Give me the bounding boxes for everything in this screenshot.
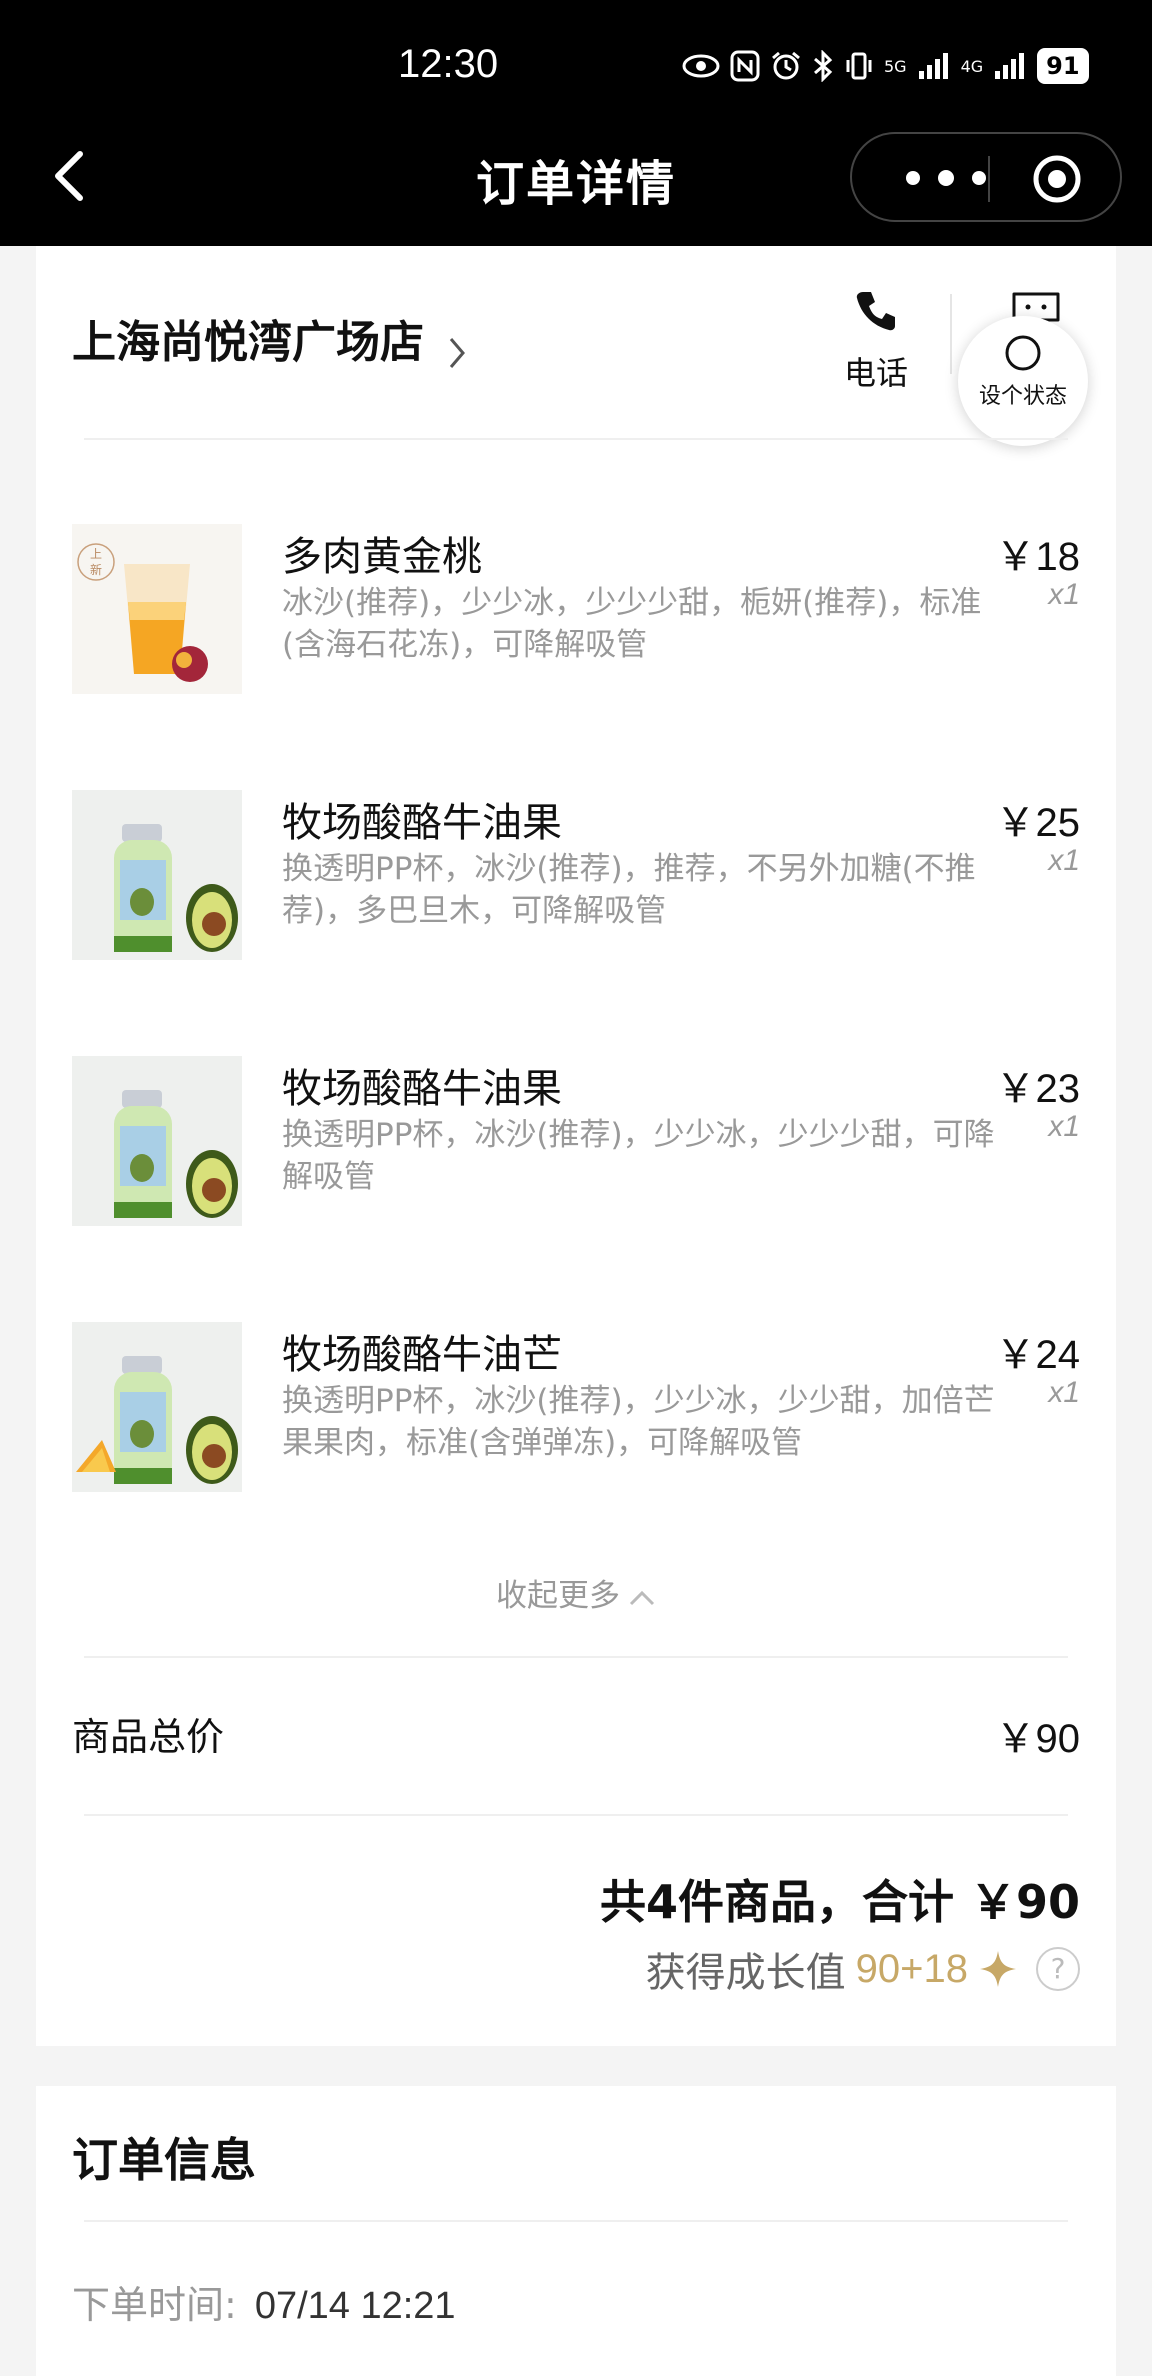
- item-name: 多肉黄金桃: [282, 534, 482, 580]
- item-thumbnail: [72, 790, 242, 960]
- avocado-mango-bottle-image: [72, 1322, 242, 1492]
- order-info-title: 订单信息: [72, 2133, 256, 2187]
- goods-total-label: 商品总价: [72, 1715, 225, 1759]
- item-name: 牧场酸酪牛油芒: [282, 1332, 562, 1378]
- item-thumbnail: [72, 1056, 242, 1226]
- order-info-card: 订单信息 下单时间: 07/14 12:21: [36, 2086, 1116, 2376]
- status-time: 12:30: [398, 42, 499, 86]
- order-item[interactable]: 牧场酸酪牛油果 换透明PP杯，冰沙(推荐)，少少冰，少少少甜，可降解吸管 ￥23…: [72, 1056, 1116, 1256]
- battery-indicator: 91: [1037, 48, 1089, 84]
- peach-drink-image: 上 新: [72, 524, 242, 694]
- signal-bars-icon: [918, 53, 948, 79]
- order-time-row: 下单时间: 07/14 12:21: [72, 2274, 456, 2329]
- phone-label: 电话: [843, 354, 908, 392]
- order-item[interactable]: 牧场酸酪牛油果 换透明PP杯，冰沙(推荐)，推荐，不另外加糖(不推荐)，多巴旦木…: [72, 790, 1116, 990]
- signal-4g-label: 4G: [960, 56, 984, 76]
- divider: [84, 2220, 1068, 2222]
- vibrate-icon: [846, 52, 872, 80]
- new-badge-bottom: 新: [90, 562, 102, 577]
- order-time-value: 07/14 12:21: [254, 2285, 456, 2327]
- collapse-label: 收起更多: [496, 1578, 620, 1614]
- divider: [84, 1814, 1068, 1816]
- phone-button[interactable]: 电话: [826, 286, 926, 394]
- divider: [84, 438, 1068, 440]
- item-options: 换透明PP杯，冰沙(推荐)，少少冰，少少少甜，可降解吸管: [282, 1117, 995, 1195]
- order-card: 上海尚悦湾广场店 电话 设个状态 上 新 多肉黄金桃 冰沙(推荐)，少少冰，少少…: [36, 246, 1116, 2046]
- store-name: 上海尚悦湾广场店: [72, 317, 424, 368]
- item-quantity: x1: [1048, 844, 1080, 877]
- order-time-label: 下单时间:: [72, 2283, 237, 2327]
- item-price: ￥23: [995, 1067, 1081, 1111]
- item-price: ￥25: [995, 801, 1081, 845]
- floating-status-button[interactable]: 设个状态: [958, 316, 1088, 446]
- mini-program-capsule: [850, 132, 1122, 222]
- chevron-up-icon: [629, 1590, 655, 1605]
- item-name: 牧场酸酪牛油果: [282, 1066, 562, 1112]
- item-price: ￥24: [995, 1333, 1081, 1377]
- goods-total-row: 商品总价 ￥90: [72, 1706, 1080, 1761]
- item-options: 换透明PP杯，冰沙(推荐)，少少冰，少少甜，加倍芒果果肉，标准(含弹弹冻)，可降…: [282, 1383, 995, 1461]
- item-quantity: x1: [1048, 578, 1080, 611]
- order-item[interactable]: 牧场酸酪牛油芒 换透明PP杯，冰沙(推荐)，少少冰，少少甜，加倍芒果果肉，标准(…: [72, 1322, 1116, 1522]
- divider: [84, 1656, 1068, 1658]
- item-thumbnail: [72, 1322, 242, 1492]
- growth-value-row: 获得成长值 90+18 ?: [646, 1940, 1080, 1998]
- item-thumbnail: 上 新: [72, 524, 242, 694]
- status-ring-icon: [1005, 335, 1041, 371]
- bluetooth-icon: [814, 50, 833, 82]
- floating-status-label: 设个状态: [978, 384, 1067, 409]
- item-name: 牧场酸酪牛油果: [282, 800, 562, 846]
- item-quantity: x1: [1048, 1110, 1080, 1143]
- growth-label: 获得成长值: [645, 1950, 846, 1996]
- more-dots-icon[interactable]: [906, 160, 986, 196]
- target-circle-icon[interactable]: [1032, 154, 1082, 204]
- phone-icon: [856, 292, 895, 331]
- store-link[interactable]: 上海尚悦湾广场店: [72, 306, 467, 371]
- order-summary: 共4件商品，合计 ￥90: [599, 1875, 1080, 1929]
- alarm-icon: [772, 51, 800, 80]
- capsule-divider: [988, 156, 990, 202]
- signal-bars-2-icon: [995, 53, 1025, 79]
- item-quantity: x1: [1048, 1376, 1080, 1409]
- sparkle-icon: [980, 1951, 1016, 1987]
- status-icons: 5G 4G 91: [682, 46, 1089, 86]
- avocado-bottle-image: [72, 1056, 242, 1226]
- item-price: ￥18: [995, 535, 1081, 579]
- help-question-icon[interactable]: ?: [1036, 1947, 1080, 1991]
- goods-total-value: ￥90: [995, 1717, 1081, 1761]
- growth-value: 90+18: [855, 1946, 968, 1991]
- signal-5g-label: 5G: [884, 56, 907, 76]
- action-divider: [950, 294, 952, 374]
- chevron-right-icon: [449, 337, 466, 368]
- order-item[interactable]: 上 新 多肉黄金桃 冰沙(推荐)，少少冰，少少少甜，栀妍(推荐)，标准(含海石花…: [72, 524, 1116, 724]
- nfc-icon: [730, 50, 760, 82]
- avocado-bottle-image: [72, 790, 242, 960]
- item-options: 冰沙(推荐)，少少冰，少少少甜，栀妍(推荐)，标准(含海石花冻)，可降解吸管: [282, 585, 982, 663]
- top-bar: 12:30 5G 4G 91 订单详情: [0, 0, 1152, 246]
- eye-icon: [682, 54, 720, 78]
- collapse-more-button[interactable]: 收起更多: [36, 1570, 1116, 1615]
- new-badge-top: 上: [90, 547, 102, 561]
- item-options: 换透明PP杯，冰沙(推荐)，推荐，不另外加糖(不推荐)，多巴旦木，可降解吸管: [282, 851, 976, 929]
